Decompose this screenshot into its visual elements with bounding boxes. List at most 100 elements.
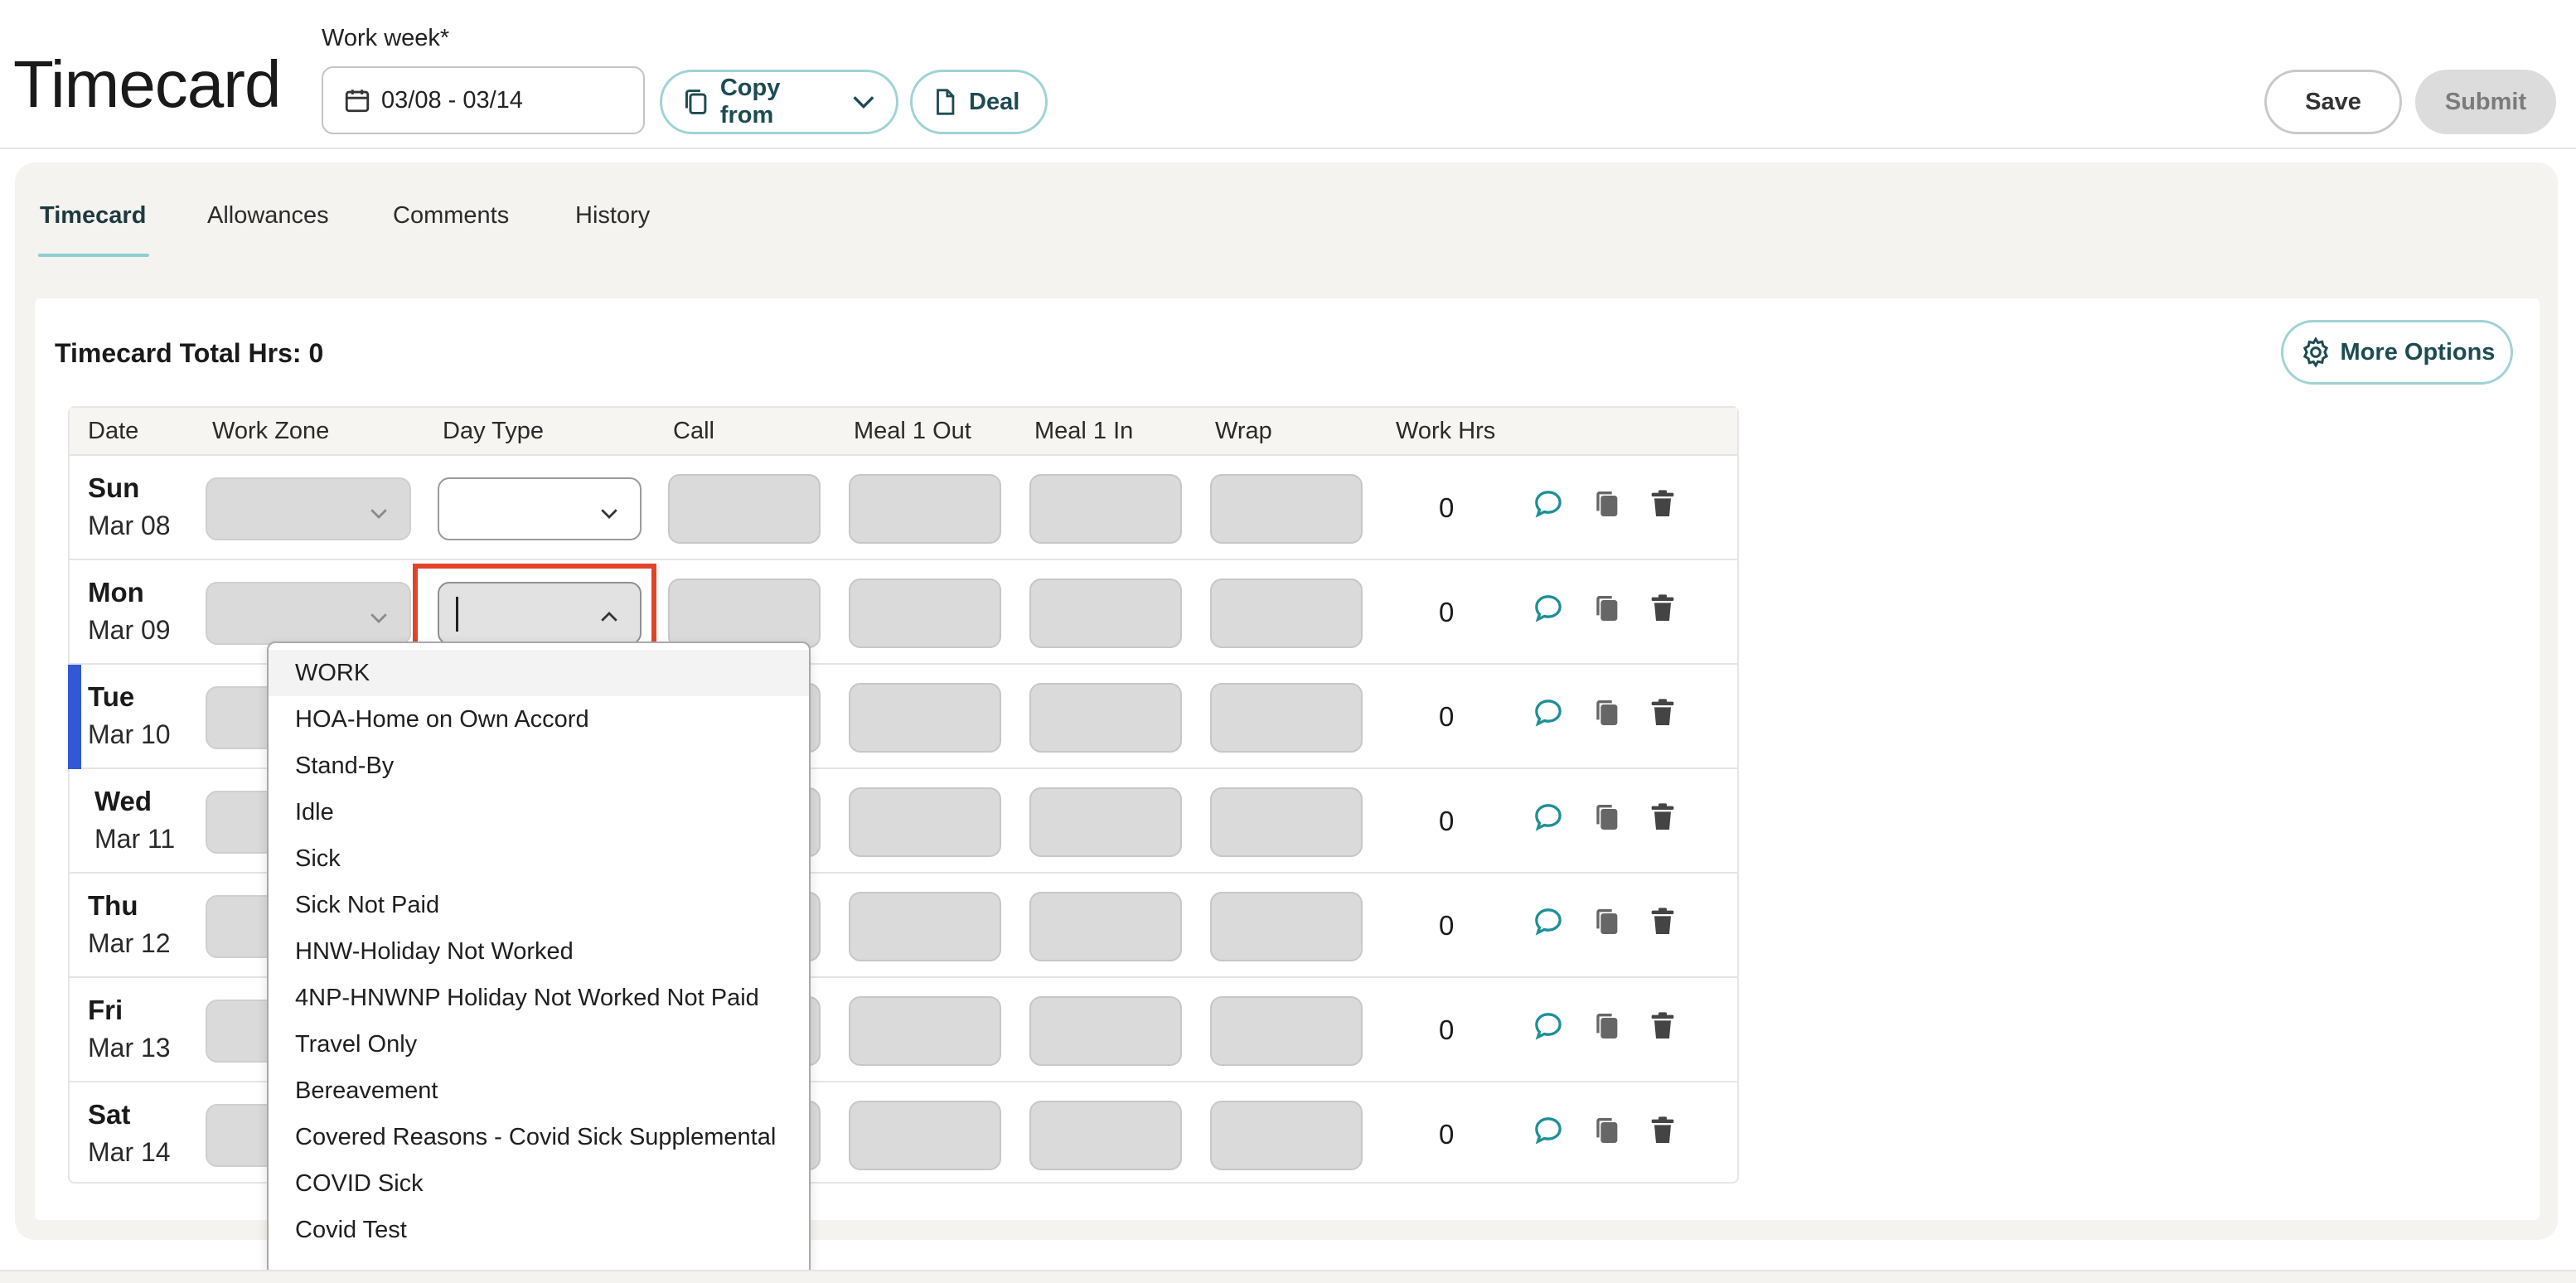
work-hours-value: 0 [1439,701,1455,732]
header-divider [0,148,2576,149]
copy-row-button[interactable] [1590,1009,1623,1047]
meal-1-out-input[interactable] [849,579,1001,648]
copy-row-button[interactable] [1590,592,1623,629]
day-type-option[interactable]: COVID Sick [269,1160,809,1207]
copy-icon [1596,491,1618,516]
day-type-option[interactable]: Covid Test [269,1207,809,1253]
delete-row-button[interactable] [1646,1009,1679,1047]
delete-row-button[interactable] [1646,801,1679,838]
meal-1-in-input[interactable] [1029,579,1182,648]
comment-icon [1535,1117,1562,1145]
meal-1-in-input[interactable] [1029,1101,1182,1170]
delete-row-button[interactable] [1646,487,1679,525]
submit-button[interactable]: Submit [2415,70,2556,134]
comment-button[interactable] [1532,905,1565,942]
copy-from-button[interactable]: Copy from [660,70,898,134]
day-type-option[interactable]: HNW-Holiday Not Worked [269,928,809,975]
day-type-option[interactable]: HOA-Home on Own Accord [269,696,809,743]
work-zone-select[interactable] [206,582,411,645]
comment-button[interactable] [1532,1114,1565,1151]
wrap-time-input[interactable] [1210,1101,1363,1170]
day-type-option[interactable]: Stand-By [269,743,809,789]
comment-button[interactable] [1532,801,1565,838]
wrap-time-input[interactable] [1210,683,1363,753]
page-title: Timecard [13,47,281,121]
meal-1-in-input[interactable] [1029,787,1182,857]
work-hours-value: 0 [1439,1014,1455,1045]
meal-1-in-input[interactable] [1029,474,1182,544]
column-header-meal-1-out: Meal 1 Out [854,418,971,444]
comment-icon [1535,700,1562,727]
column-header-day-type: Day Type [443,418,544,444]
today-marker [68,665,81,769]
work-hours-value: 0 [1439,597,1455,627]
deal-label: Deal [969,88,1020,115]
copy-row-button[interactable] [1590,905,1623,942]
wrap-time-input[interactable] [1210,474,1363,544]
tab-comments[interactable]: Comments [393,202,509,260]
comment-icon [1535,1013,1562,1040]
row-date: Mar 09 [88,615,171,645]
day-type-option[interactable]: Sick [269,835,809,882]
copy-icon [1596,909,1618,934]
day-type-option[interactable]: 4NP-HNWNP Holiday Not Worked Not Paid [269,975,809,1021]
meal-1-out-input[interactable] [849,892,1001,961]
wrap-time-input[interactable] [1210,996,1363,1066]
row-date: Mar 13 [88,1033,171,1063]
row-date: Mar 08 [88,511,171,540]
meal-1-out-input[interactable] [849,474,1001,544]
copy-icon [685,90,707,114]
work-zone-select[interactable] [206,477,411,540]
tab-allowances[interactable]: Allowances [207,202,329,260]
day-type-option[interactable]: Idle [269,789,809,835]
day-type-option[interactable]: Travel Only [269,1021,809,1068]
comment-button[interactable] [1532,487,1565,525]
meal-1-out-input[interactable] [849,683,1001,753]
chevron-down-icon [601,509,617,519]
work-week-picker[interactable]: 03/08 - 03/14 [322,66,645,134]
meal-1-out-input[interactable] [849,1101,1001,1170]
gear-icon [2302,336,2328,368]
wrap-time-input[interactable] [1210,579,1363,648]
day-type-select[interactable] [438,477,642,540]
call-time-input[interactable] [668,579,821,648]
trash-icon [1651,908,1674,934]
tab-history[interactable]: History [575,202,650,260]
delete-row-button[interactable] [1646,905,1679,942]
day-type-option[interactable]: Covered Reasons - Covid Sick Supplementa… [269,1114,809,1160]
wrap-time-input[interactable] [1210,892,1363,961]
meal-1-out-input[interactable] [849,787,1001,857]
call-time-input[interactable] [668,474,821,544]
column-header-meal-1-in: Meal 1 In [1034,418,1134,444]
work-week-label: Work week* [322,25,450,51]
meal-1-out-input[interactable] [849,996,1001,1066]
delete-row-button[interactable] [1646,592,1679,629]
row-day: Sun [88,472,140,503]
trash-icon [1651,1012,1674,1039]
row-day: Fri [88,995,123,1025]
day-type-option[interactable]: Bereavement [269,1068,809,1114]
more-options-button[interactable]: More Options [2281,320,2513,385]
row-date: Mar 11 [94,824,176,854]
delete-row-button[interactable] [1646,696,1679,733]
delete-row-button[interactable] [1646,1114,1679,1151]
copy-icon [1596,596,1618,621]
meal-1-in-input[interactable] [1029,892,1182,961]
comment-button[interactable] [1532,696,1565,733]
meal-1-in-input[interactable] [1029,996,1182,1066]
copy-row-button[interactable] [1590,1114,1623,1151]
day-type-option[interactable]: WORK [269,650,809,696]
tab-timecard[interactable]: Timecard [37,202,150,260]
comment-button[interactable] [1532,1009,1565,1047]
meal-1-in-input[interactable] [1029,683,1182,753]
copy-row-button[interactable] [1590,696,1623,733]
comment-button[interactable] [1532,592,1565,629]
copy-row-button[interactable] [1590,801,1623,838]
more-options-label: More Options [2340,338,2496,366]
deal-button[interactable]: Deal [910,70,1048,134]
day-type-option[interactable]: Sick Not Paid [269,882,809,928]
wrap-time-input[interactable] [1210,787,1363,857]
copy-row-button[interactable] [1590,487,1623,525]
save-button[interactable]: Save [2264,70,2402,134]
column-header-work-hrs: Work Hrs [1396,418,1496,444]
